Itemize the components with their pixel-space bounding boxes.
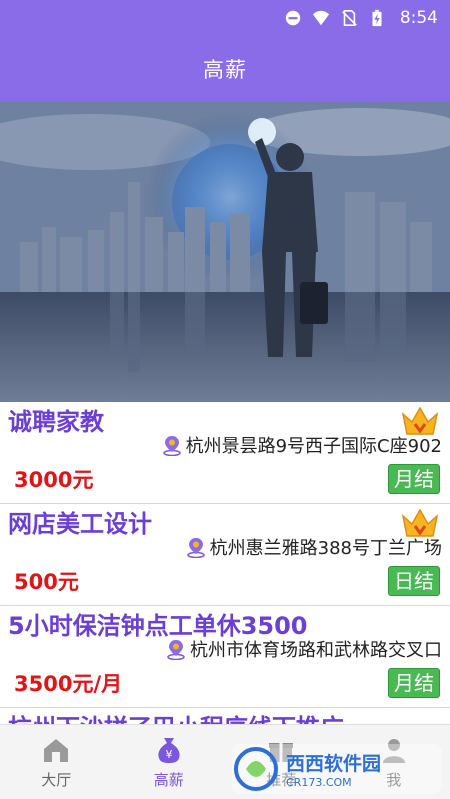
battery-charging-icon (372, 9, 382, 27)
tab-hall[interactable]: 大厅 (0, 725, 113, 799)
banner-image[interactable] (0, 102, 450, 402)
watermark-text: 西西软件园 CR173.COM (286, 749, 381, 789)
money-bag-icon: ¥ (158, 737, 180, 763)
tab-high-salary[interactable]: ¥ 高薪 (113, 725, 226, 799)
job-salary: 500元 (14, 570, 79, 594)
location-pin-icon (186, 538, 205, 558)
no-sim-icon (341, 9, 357, 27)
pay-type-badge: 日结 (388, 566, 440, 596)
job-location: 杭州景昙路9号西子国际C座902 (162, 432, 442, 458)
job-item[interactable]: 5小时保洁钟点工单休3500 杭州市体育场路和武林路交叉口 3500元/月 月结 (0, 606, 450, 708)
page-title-bar: 高薪 (0, 36, 450, 102)
clock: 8:54 (399, 8, 438, 28)
job-location-text: 杭州景昙路9号西子国际C座902 (185, 436, 442, 457)
job-location: 杭州惠兰雅路388号丁兰广场 (186, 534, 442, 560)
job-title: 诚聘家教 (8, 408, 104, 436)
watermark-logo-icon (234, 747, 278, 791)
watermark: 西西软件园 CR173.COM (232, 744, 442, 794)
job-title: 网店美工设计 (8, 510, 152, 538)
job-salary: 3000元 (14, 468, 94, 492)
job-location-text: 杭州惠兰雅路388号丁兰广场 (209, 538, 442, 559)
pay-type-badge: 月结 (388, 464, 440, 494)
job-item[interactable]: 网店美工设计 杭州惠兰雅路388号丁兰广场 500元 日结 (0, 504, 450, 606)
watermark-main-text: 西西软件园 (286, 753, 382, 775)
job-salary: 3500元/月 (14, 672, 123, 696)
wifi-icon (312, 10, 329, 26)
page-title: 高薪 (203, 58, 247, 82)
job-title: 杭州下沙拼了巴小程序线下推广 (8, 708, 344, 724)
location-pin-icon (162, 436, 181, 456)
watermark-sub-text: CR173.COM (286, 776, 352, 789)
svg-text:¥: ¥ (165, 748, 172, 761)
job-list: 诚聘家教 杭州景昙路9号西子国际C座902 3000元 月结 网店美工设计 杭州… (0, 402, 450, 724)
do-not-disturb-icon (285, 10, 301, 26)
pay-type-badge: 月结 (388, 668, 440, 698)
job-location-text: 杭州市体育场路和武林路交叉口 (190, 640, 442, 661)
status-bar: 8:54 (0, 0, 450, 36)
home-icon (44, 738, 69, 762)
location-pin-icon (167, 640, 185, 660)
tab-label: 大厅 (41, 770, 72, 789)
job-location: 杭州市体育场路和武林路交叉口 (166, 636, 442, 662)
job-item[interactable]: 杭州下沙拼了巴小程序线下推广 (0, 708, 450, 724)
job-item[interactable]: 诚聘家教 杭州景昙路9号西子国际C座902 3000元 月结 (0, 402, 450, 504)
tab-label: 高薪 (153, 770, 184, 789)
city-skyline-illustration (0, 102, 450, 402)
